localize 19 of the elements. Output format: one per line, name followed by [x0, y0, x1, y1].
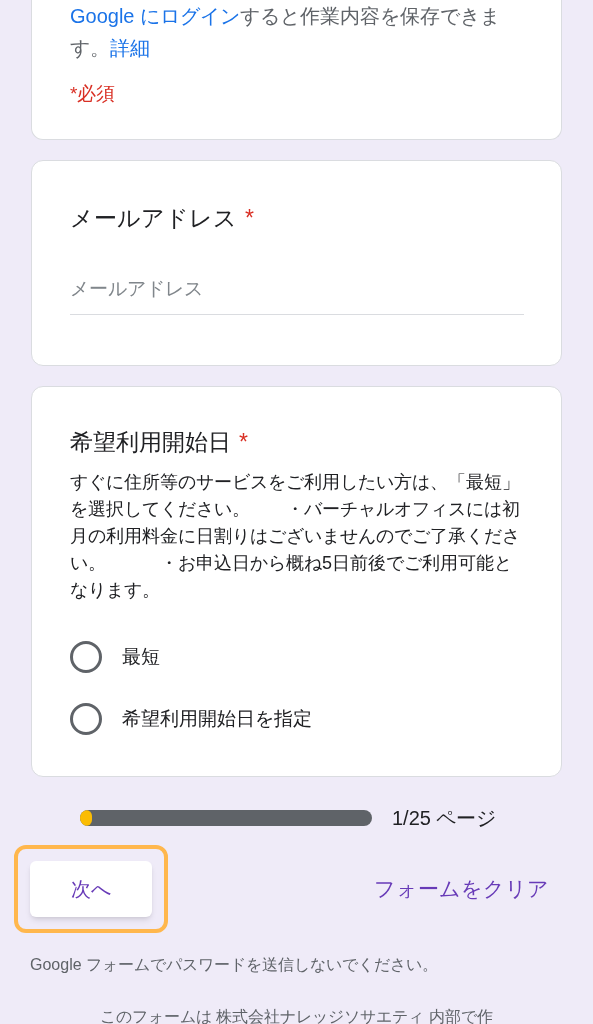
- required-asterisk: *: [239, 427, 248, 457]
- email-input-field[interactable]: メールアドレス: [70, 275, 524, 315]
- radio-button[interactable]: [70, 703, 102, 735]
- question-title: 希望利用開始日: [70, 427, 231, 457]
- login-link[interactable]: Google にログイン: [70, 5, 241, 27]
- radio-option[interactable]: 最短: [70, 636, 523, 678]
- radio-option[interactable]: 希望利用開始日を指定: [70, 698, 523, 740]
- page-count: 1/25 ページ: [392, 806, 497, 831]
- question-title: メールアドレス: [70, 203, 237, 233]
- form-footer-text: このフォームは 株式会社ナレッジソサエティ 内部で作: [99, 1007, 494, 1024]
- password-warning: Google フォームでパスワードを送信しないでください。: [30, 955, 440, 975]
- radio-button[interactable]: [70, 641, 102, 673]
- login-link[interactable]: 詳細: [110, 37, 150, 59]
- question-description: すぐに住所等のサービスをご利用したい方は、「最短」を選択してください。 ・バーチャルオフィスには初月の利用料金に日割りはございませんのでご了承ください。 ・お申込日から概ね5日前後でご利用可能となります。: [70, 471, 520, 602]
- clear-form-link[interactable]: フォームをクリア: [374, 873, 549, 905]
- login-notice: Google にログインすると作業内容を保存できます。詳細: [70, 4, 502, 61]
- required-note: *必須: [70, 82, 117, 106]
- next-button[interactable]: 次へ: [30, 861, 152, 917]
- required-asterisk: *: [245, 203, 254, 233]
